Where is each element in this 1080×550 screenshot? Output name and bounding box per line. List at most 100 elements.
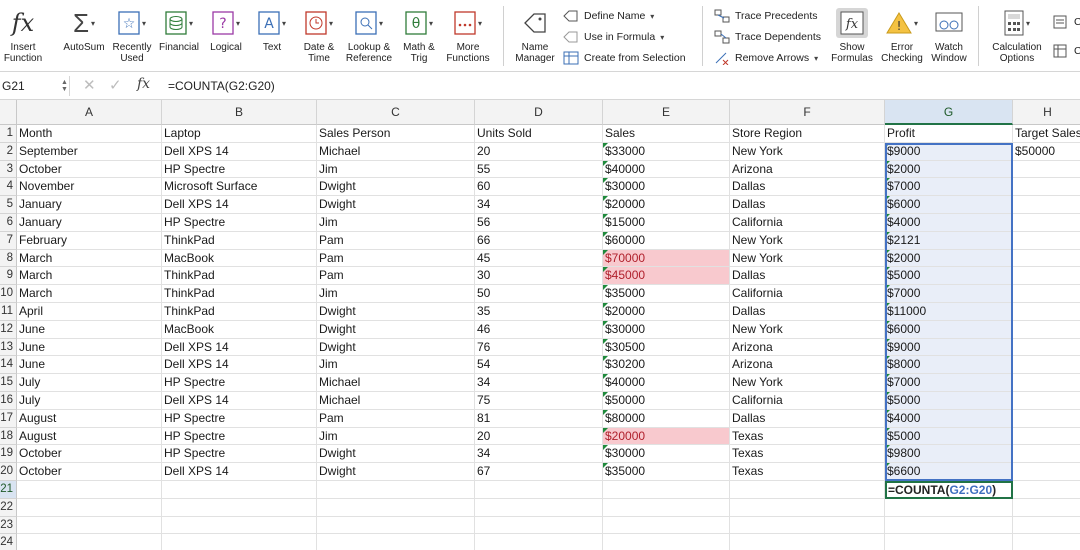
data-cell[interactable]: New York xyxy=(730,374,885,392)
data-cell[interactable]: Dwight xyxy=(317,463,475,481)
data-cell[interactable]: $30200 xyxy=(603,356,730,375)
data-cell[interactable]: Dallas xyxy=(730,303,885,321)
data-cell[interactable]: Jim xyxy=(317,356,475,375)
data-cell[interactable]: Pam xyxy=(317,231,475,250)
text-button[interactable]: A ▾ Text xyxy=(252,4,292,53)
data-cell[interactable]: Dallas xyxy=(730,178,885,197)
data-cell[interactable]: Dwight xyxy=(317,445,475,464)
data-cell[interactable] xyxy=(1013,214,1080,232)
data-cell[interactable]: July xyxy=(17,392,162,410)
column-header-g[interactable]: G xyxy=(885,100,1013,125)
data-cell[interactable]: 60 xyxy=(475,178,603,197)
data-cell[interactable]: August xyxy=(17,427,162,446)
data-cell[interactable]: June xyxy=(17,356,162,375)
data-cell[interactable]: $9000 xyxy=(885,142,1013,161)
select-all-corner[interactable] xyxy=(0,100,17,125)
autosum-button[interactable]: Σ ▾ AutoSum xyxy=(60,4,108,54)
data-cell[interactable]: March xyxy=(17,285,162,303)
row-header-22[interactable]: 22 xyxy=(0,498,17,517)
header-cell[interactable]: Sales Person xyxy=(317,125,475,143)
financial-button[interactable]: ▾ Financial xyxy=(156,4,202,53)
data-cell[interactable]: $60000 xyxy=(603,231,730,250)
data-cell[interactable] xyxy=(317,498,475,517)
data-cell[interactable]: 34 xyxy=(475,374,603,392)
enter-check-icon[interactable]: ✓ xyxy=(109,77,122,95)
data-cell[interactable]: Michael xyxy=(317,142,475,161)
data-cell[interactable]: HP Spectre xyxy=(162,160,317,179)
data-cell[interactable]: November xyxy=(17,178,162,197)
data-cell[interactable]: 76 xyxy=(475,338,603,357)
data-cell[interactable]: $50000 xyxy=(1013,143,1080,161)
data-cell[interactable]: $70000 xyxy=(603,249,730,268)
data-cell[interactable] xyxy=(162,498,317,517)
row-header-16[interactable]: 16 xyxy=(0,392,17,410)
data-cell[interactable]: New York xyxy=(730,320,885,339)
data-cell[interactable]: $30000 xyxy=(603,178,730,197)
row-header-3[interactable]: 3 xyxy=(0,160,17,179)
data-cell[interactable]: $9000 xyxy=(885,338,1013,357)
data-cell[interactable]: HP Spectre xyxy=(162,445,317,464)
create-from-selection-button[interactable]: Create from Selection xyxy=(563,51,686,65)
data-cell[interactable] xyxy=(1013,374,1080,392)
row-header-7[interactable]: 7 xyxy=(0,231,17,250)
row-header-23[interactable]: 23 xyxy=(0,516,17,535)
header-cell[interactable]: Target Sales xyxy=(1013,125,1080,143)
show-formulas-button[interactable]: fx Show Formulas xyxy=(828,4,876,64)
data-cell[interactable] xyxy=(475,498,603,517)
data-cell[interactable]: Dwight xyxy=(317,196,475,214)
data-cell[interactable] xyxy=(1013,267,1080,286)
column-header-h[interactable]: H xyxy=(1013,100,1080,125)
data-cell[interactable] xyxy=(17,481,162,499)
column-header-d[interactable]: D xyxy=(475,100,603,125)
data-cell[interactable]: New York xyxy=(730,142,885,161)
data-cell[interactable]: California xyxy=(730,285,885,303)
data-cell[interactable] xyxy=(1013,445,1080,464)
data-cell[interactable]: Dwight xyxy=(317,320,475,339)
header-cell[interactable]: Profit xyxy=(885,125,1013,143)
data-cell[interactable] xyxy=(475,481,603,499)
data-cell[interactable]: Dwight xyxy=(317,338,475,357)
data-cell[interactable] xyxy=(1013,534,1080,550)
column-header-b[interactable]: B xyxy=(162,100,317,125)
data-cell[interactable]: Jim xyxy=(317,285,475,303)
data-cell[interactable] xyxy=(162,481,317,499)
data-cell[interactable] xyxy=(162,534,317,550)
data-cell[interactable]: Dell XPS 14 xyxy=(162,338,317,357)
data-cell[interactable]: ThinkPad xyxy=(162,303,317,321)
data-cell[interactable]: July xyxy=(17,374,162,392)
logical-button[interactable]: ? ▾ Logical xyxy=(205,4,247,53)
data-cell[interactable]: New York xyxy=(730,249,885,268)
insert-function-button[interactable]: fx Insert Function xyxy=(2,4,44,64)
data-cell[interactable] xyxy=(1013,232,1080,250)
data-cell[interactable]: $40000 xyxy=(603,160,730,179)
data-cell[interactable]: Dell XPS 14 xyxy=(162,142,317,161)
data-cell[interactable]: $40000 xyxy=(603,374,730,392)
data-cell[interactable]: Microsoft Surface xyxy=(162,178,317,197)
use-in-formula-button[interactable]: Use in Formula ▾ xyxy=(563,30,664,44)
data-cell[interactable] xyxy=(1013,392,1080,410)
data-cell[interactable]: August xyxy=(17,409,162,428)
data-cell[interactable]: 66 xyxy=(475,231,603,250)
data-cell[interactable] xyxy=(1013,321,1080,339)
data-cell[interactable]: Dell XPS 14 xyxy=(162,463,317,481)
data-cell[interactable] xyxy=(17,498,162,517)
data-cell[interactable] xyxy=(317,516,475,535)
data-cell[interactable]: Arizona xyxy=(730,356,885,375)
data-cell[interactable]: June xyxy=(17,338,162,357)
data-cell[interactable] xyxy=(475,534,603,550)
data-cell[interactable] xyxy=(603,534,730,550)
data-cell[interactable]: March xyxy=(17,267,162,286)
data-cell[interactable]: 35 xyxy=(475,303,603,321)
data-cell[interactable]: California xyxy=(730,392,885,410)
header-cell[interactable]: Sales xyxy=(603,125,730,143)
data-cell[interactable]: Michael xyxy=(317,374,475,392)
data-cell[interactable]: HP Spectre xyxy=(162,427,317,446)
data-cell[interactable]: $4000 xyxy=(885,214,1013,232)
data-cell[interactable] xyxy=(475,516,603,535)
data-cell[interactable] xyxy=(1013,178,1080,197)
data-cell[interactable]: Arizona xyxy=(730,338,885,357)
data-cell[interactable]: 34 xyxy=(475,445,603,464)
data-cell[interactable]: Michael xyxy=(317,392,475,410)
data-cell[interactable]: 75 xyxy=(475,392,603,410)
data-cell[interactable]: $33000 xyxy=(603,142,730,161)
